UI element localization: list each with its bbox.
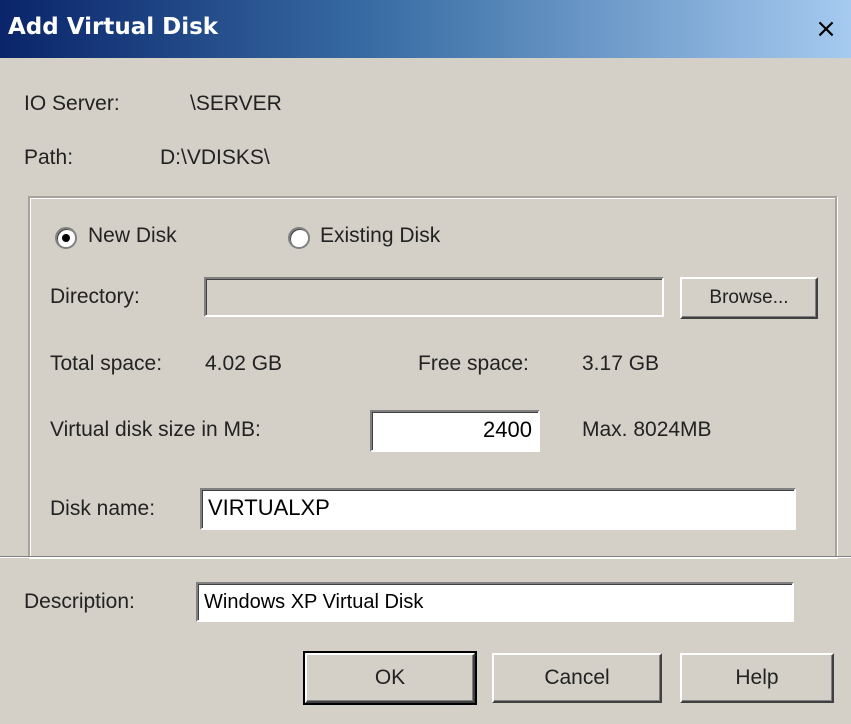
close-icon[interactable]: × (811, 14, 841, 44)
cancel-button[interactable]: Cancel (492, 653, 662, 703)
disk-name-input[interactable]: VIRTUALXP (200, 488, 796, 530)
directory-label: Directory: (50, 285, 140, 308)
separator (0, 556, 851, 558)
free-space-value: 3.17 GB (582, 352, 660, 375)
title-bar: Add Virtual Disk × (0, 0, 851, 58)
disk-size-label: Virtual disk size in MB: (50, 418, 261, 441)
existing-disk-label[interactable]: Existing Disk (320, 224, 440, 248)
path-label: Path: (24, 146, 74, 169)
io-server-value: \SERVER (190, 92, 282, 115)
disk-name-label: Disk name: (50, 497, 156, 520)
max-size-label: Max. 8024MB (582, 418, 712, 441)
browse-button[interactable]: Browse... (680, 277, 818, 319)
new-disk-radio[interactable] (55, 227, 77, 249)
description-input[interactable]: Windows XP Virtual Disk (196, 582, 794, 622)
new-disk-label[interactable]: New Disk (88, 224, 177, 248)
help-button[interactable]: Help (680, 653, 834, 703)
total-space-label: Total space: (50, 352, 163, 375)
ok-button[interactable]: OK (303, 651, 477, 705)
total-space-value: 4.02 GB (205, 352, 283, 375)
disk-size-input[interactable]: 2400 (370, 410, 540, 452)
window-title: Add Virtual Disk (8, 14, 219, 40)
path-value: D:\VDISKS\ (160, 146, 270, 169)
description-label: Description: (24, 590, 135, 613)
free-space-label: Free space: (418, 352, 529, 375)
existing-disk-radio[interactable] (288, 227, 310, 249)
directory-field[interactable] (204, 277, 664, 317)
io-server-label: IO Server: (24, 92, 120, 115)
